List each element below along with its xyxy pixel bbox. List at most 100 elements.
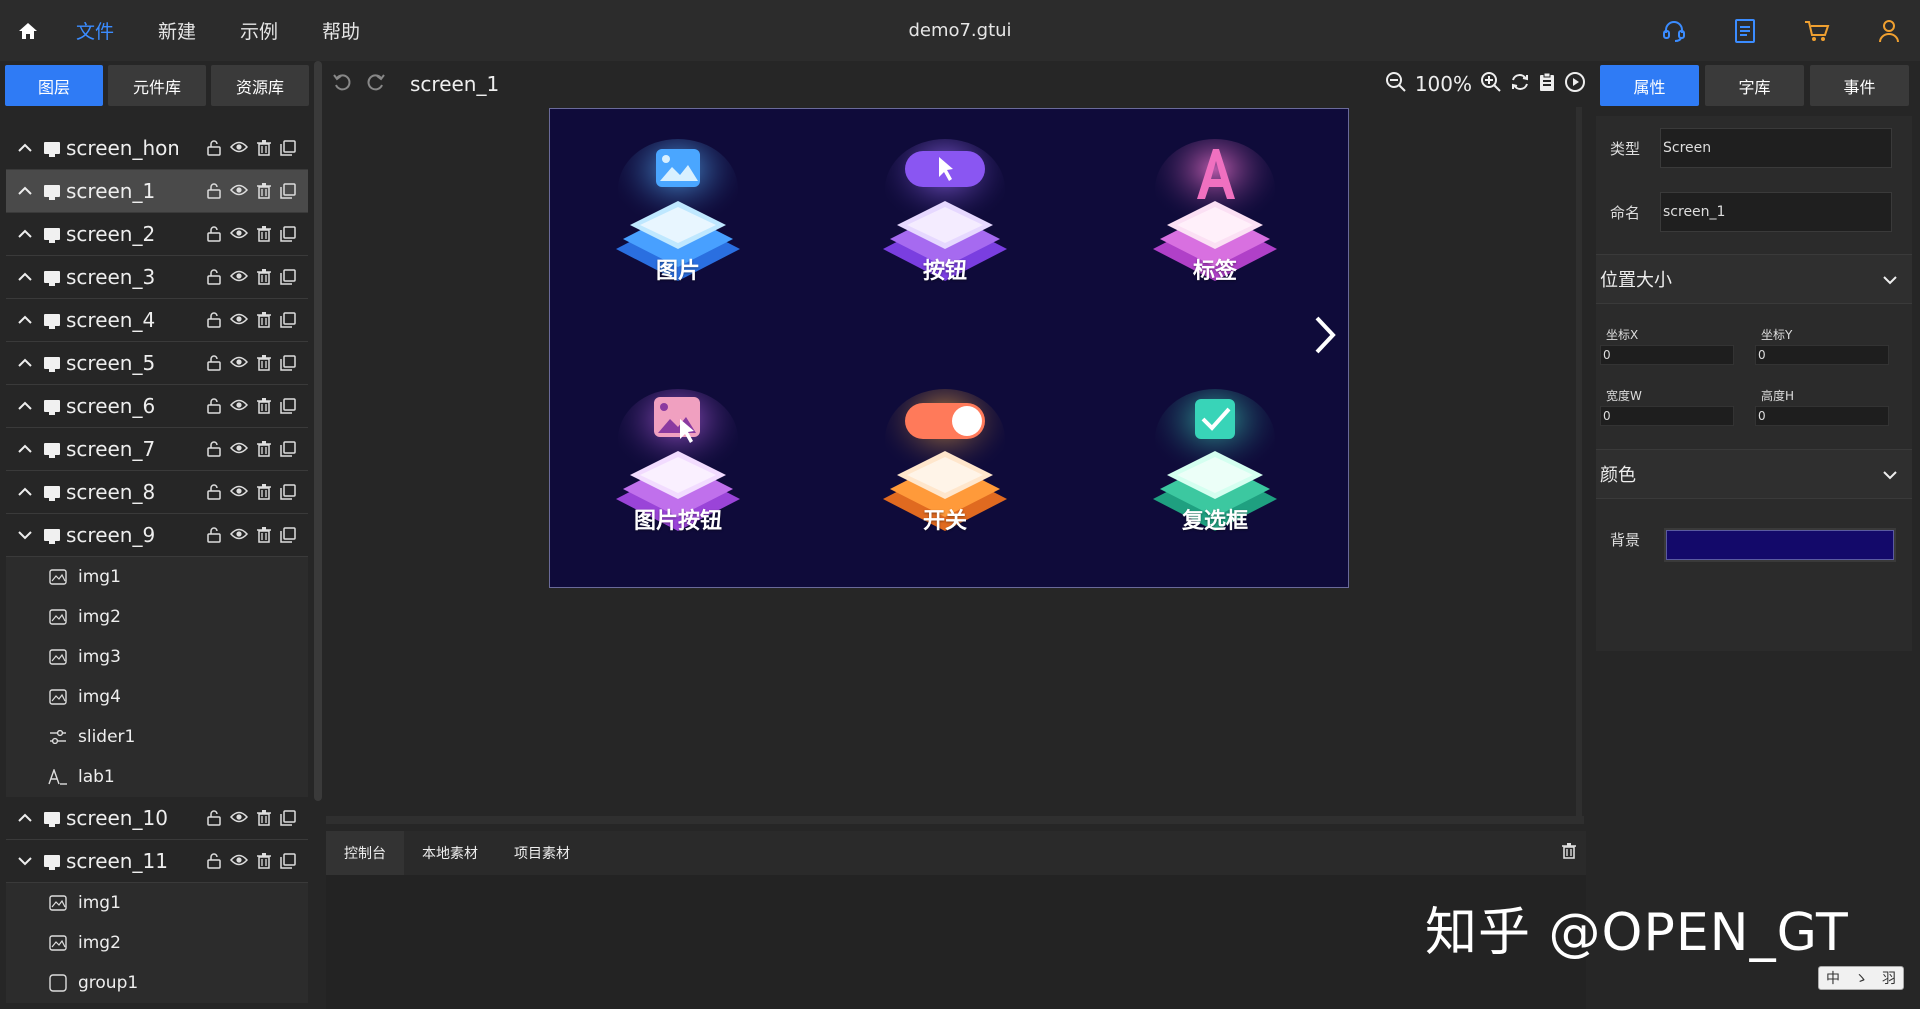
cart-icon[interactable]	[1804, 19, 1830, 43]
layer-actions[interactable]	[207, 355, 296, 371]
design-canvas[interactable]: 图片 按钮 标签 图片按钮 开关 复选框	[549, 108, 1349, 588]
tab-fonts[interactable]: 字库	[1705, 65, 1804, 106]
layer-actions[interactable]	[207, 441, 296, 457]
ime-indicator[interactable]: 中 ゝ 羽	[1818, 966, 1904, 990]
chevron-up-icon[interactable]	[18, 311, 38, 329]
layer-row-widget[interactable]: img4	[6, 677, 308, 717]
width-input[interactable]: 0	[1600, 406, 1734, 426]
layer-actions[interactable]	[207, 312, 296, 328]
layer-row-widget[interactable]: img1	[6, 557, 308, 597]
tab-local-assets[interactable]: 本地素材	[404, 831, 496, 875]
tile-button[interactable]: 按钮	[875, 139, 1015, 319]
tab-console[interactable]: 控制台	[326, 831, 404, 875]
layer-row-screen[interactable]: screen_6	[6, 385, 308, 428]
tab-components[interactable]: 元件库	[108, 65, 206, 106]
layer-actions[interactable]	[207, 484, 296, 500]
headset-icon[interactable]	[1662, 19, 1686, 43]
layer-actions[interactable]	[207, 853, 296, 869]
layer-row-widget[interactable]: img2	[6, 597, 308, 637]
layer-name: screen_3	[66, 265, 156, 289]
section-position-size[interactable]: 位置大小	[1596, 254, 1912, 304]
bg-color-swatch[interactable]	[1664, 528, 1896, 562]
layer-actions[interactable]	[207, 527, 296, 543]
x-input[interactable]: 0	[1600, 345, 1734, 365]
layer-name: screen_8	[66, 480, 156, 504]
menu-new[interactable]: 新建	[158, 17, 196, 44]
chevron-up-icon[interactable]	[18, 809, 38, 827]
zoom-out-icon[interactable]	[1385, 71, 1407, 98]
type-field: 类型 Screen	[1610, 128, 1892, 168]
section-color[interactable]: 颜色	[1596, 449, 1912, 499]
clipboard-icon[interactable]	[1538, 72, 1556, 97]
tile-label-widget[interactable]: 标签	[1145, 139, 1285, 319]
layer-row-screen[interactable]: screen_9	[6, 514, 308, 557]
slider-icon	[48, 728, 68, 746]
layer-actions[interactable]	[207, 269, 296, 285]
menu-file[interactable]: 文件	[76, 17, 114, 44]
chevron-up-icon[interactable]	[18, 354, 38, 372]
layer-row-widget[interactable]: img2	[6, 923, 308, 963]
layer-actions[interactable]	[207, 398, 296, 414]
type-input[interactable]: Screen	[1660, 128, 1892, 168]
redo-icon[interactable]	[366, 72, 386, 96]
layer-row-widget[interactable]: slider1	[6, 717, 308, 757]
menu-help[interactable]: 帮助	[322, 17, 360, 44]
canvas-horizontal-scrollbar[interactable]	[326, 816, 1584, 824]
tile-image-button[interactable]: 图片按钮	[608, 389, 748, 569]
height-input[interactable]: 0	[1755, 406, 1889, 426]
canvas-vertical-scrollbar[interactable]	[1576, 107, 1582, 817]
copy-icon	[280, 484, 296, 500]
layer-actions[interactable]	[207, 810, 296, 826]
eye-icon	[230, 184, 248, 196]
layer-row-screen[interactable]: screen_2	[6, 213, 308, 256]
layer-row-screen[interactable]: screen_8	[6, 471, 308, 514]
layer-row-screen[interactable]: screen_hom	[6, 127, 308, 170]
layers-scrollbar[interactable]	[314, 61, 322, 801]
chevron-up-icon[interactable]	[18, 483, 38, 501]
layer-actions[interactable]	[207, 140, 296, 156]
tab-events[interactable]: 事件	[1810, 65, 1909, 106]
layer-row-screen[interactable]: screen_4	[6, 299, 308, 342]
chevron-up-icon[interactable]	[18, 397, 38, 415]
menu-examples[interactable]: 示例	[240, 17, 278, 44]
tab-properties[interactable]: 属性	[1600, 65, 1699, 106]
chevron-up-icon[interactable]	[18, 139, 38, 157]
layer-row-widget[interactable]: img1	[6, 883, 308, 923]
clear-console-icon[interactable]	[1562, 843, 1576, 863]
y-input[interactable]: 0	[1755, 345, 1889, 365]
refresh-icon[interactable]	[1510, 72, 1530, 97]
layer-row-widget[interactable]: group1	[6, 963, 308, 1003]
layer-row-widget[interactable]: img3	[6, 637, 308, 677]
chevron-up-icon[interactable]	[18, 225, 38, 243]
user-icon[interactable]	[1878, 19, 1900, 43]
layer-row-screen[interactable]: screen_5	[6, 342, 308, 385]
layer-row-screen[interactable]: screen_11	[6, 840, 308, 883]
tab-layers[interactable]: 图层	[5, 65, 103, 106]
type-label: 类型	[1610, 139, 1641, 158]
layer-row-screen[interactable]: screen_7	[6, 428, 308, 471]
tab-resources[interactable]: 资源库	[211, 65, 309, 106]
tile-checkbox[interactable]: 复选框	[1145, 389, 1285, 569]
layer-row-widget[interactable]: lab1	[6, 757, 308, 797]
chevron-up-icon[interactable]	[18, 182, 38, 200]
chevron-down-icon[interactable]	[18, 852, 38, 870]
layer-row-screen[interactable]: screen_1	[6, 170, 308, 213]
layer-row-screen[interactable]: screen_3	[6, 256, 308, 299]
layer-actions[interactable]	[207, 226, 296, 242]
layer-name: screen_hom	[66, 136, 178, 160]
layer-row-screen[interactable]: screen_10	[6, 797, 308, 840]
chevron-up-icon[interactable]	[18, 440, 38, 458]
chevron-down-icon[interactable]	[18, 526, 38, 544]
tile-switch[interactable]: 开关	[875, 389, 1015, 569]
play-icon[interactable]	[1564, 71, 1586, 98]
chevron-up-icon[interactable]	[18, 268, 38, 286]
next-page-icon[interactable]	[1312, 314, 1338, 363]
tab-project-assets[interactable]: 项目素材	[496, 831, 588, 875]
tile-image[interactable]: 图片	[608, 139, 748, 319]
name-input[interactable]: screen_1	[1660, 192, 1892, 232]
undo-icon[interactable]	[332, 72, 352, 96]
zoom-in-icon[interactable]	[1480, 71, 1502, 98]
layer-actions[interactable]	[207, 183, 296, 199]
document-icon[interactable]	[1734, 18, 1756, 43]
home-icon[interactable]	[0, 0, 56, 61]
